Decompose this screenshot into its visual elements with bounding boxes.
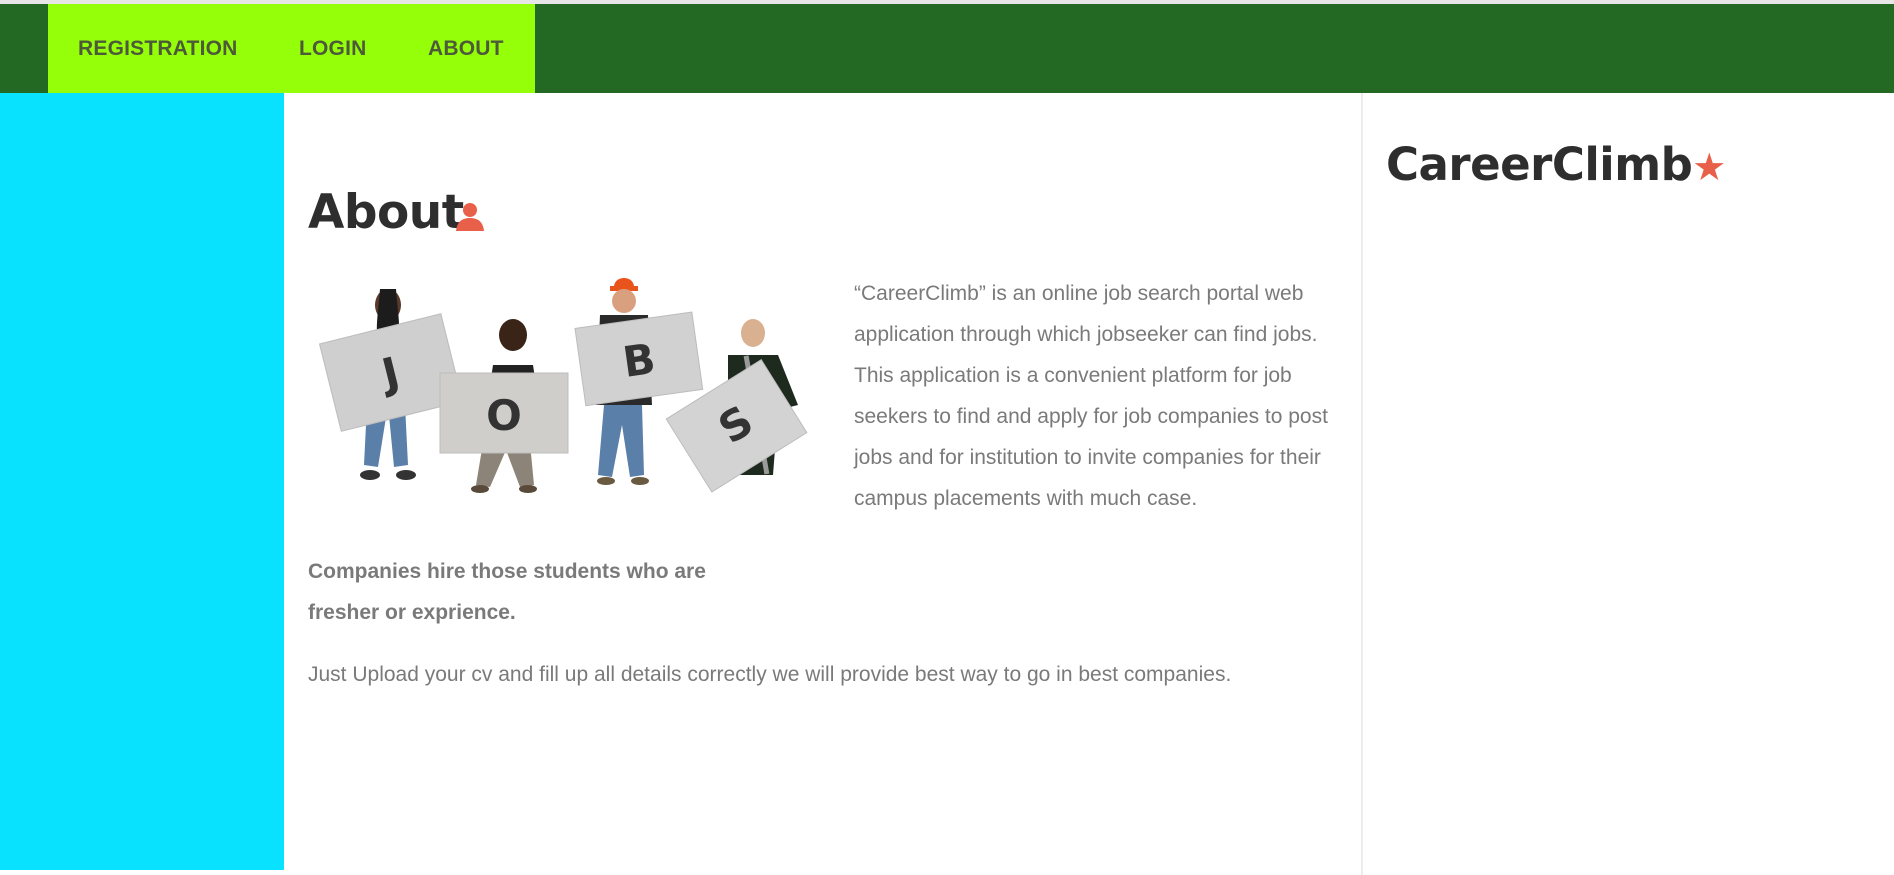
page-title: About — [308, 185, 464, 240]
nav-registration-link[interactable]: REGISTRATION — [78, 37, 238, 61]
upload-note: Just Upload your cv and fill up all deta… — [308, 663, 1232, 686]
sign-card-b: B — [574, 311, 704, 407]
user-icon — [456, 203, 484, 231]
left-panel — [0, 93, 284, 870]
nav-about-link[interactable]: ABOUT — [428, 37, 504, 61]
about-description: “CareerClimb” is an online job search po… — [854, 282, 1328, 510]
star-icon: ★ — [1692, 145, 1726, 189]
jobs-people-image: J O B S — [318, 278, 808, 493]
companies-note: Companies hire those students who are fr… — [308, 560, 706, 624]
sign-letter-b: B — [620, 334, 659, 387]
sidebar-divider — [1361, 93, 1363, 875]
brand-name: CareerClimb — [1386, 138, 1693, 191]
sign-letter-o: O — [486, 391, 522, 440]
navbar: REGISTRATION LOGIN ABOUT — [0, 4, 1894, 93]
brand-logo: CareerClimb★ — [1386, 137, 1726, 195]
nav-menu: REGISTRATION LOGIN ABOUT — [48, 4, 535, 93]
nav-login-link[interactable]: LOGIN — [299, 37, 367, 61]
sign-card-o: O — [439, 372, 569, 454]
